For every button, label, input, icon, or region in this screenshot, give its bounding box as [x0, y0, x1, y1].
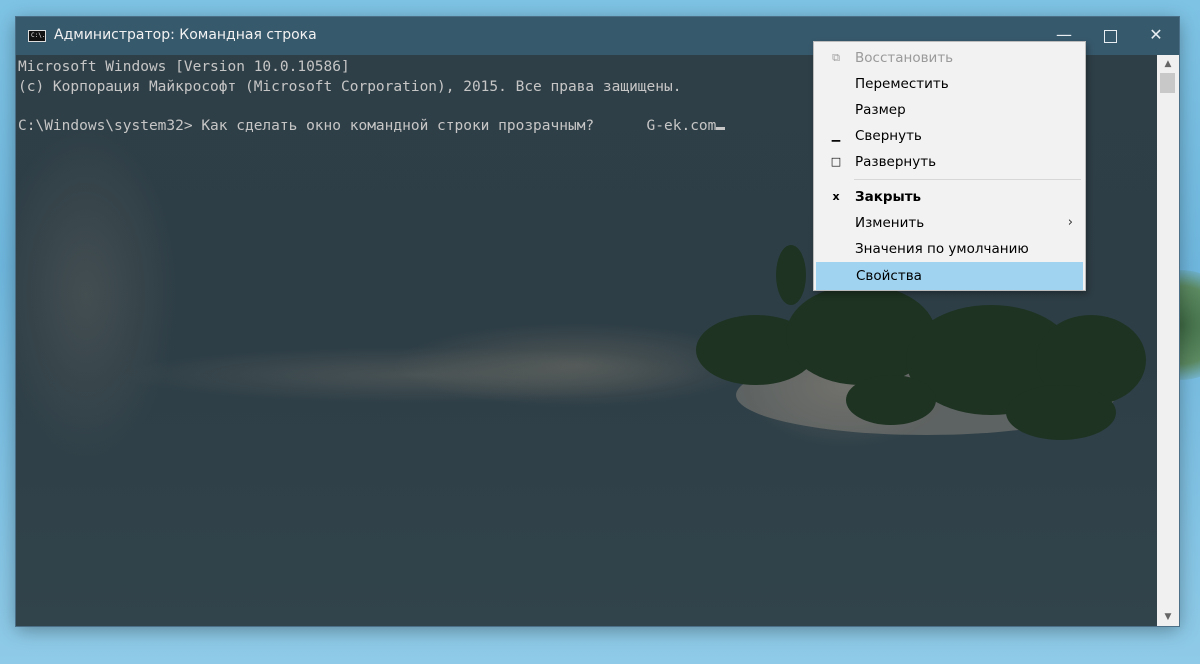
menu-item-maximize[interactable]: □ Развернуть [816, 149, 1083, 175]
console-output: Microsoft Windows [Version 10.0.10586] (… [18, 58, 726, 136]
close-button[interactable]: ✕ [1133, 17, 1179, 55]
menu-item-edit[interactable]: Изменить › [816, 210, 1083, 236]
system-context-menu: ⧉ Восстановить Переместить Размер ▁ Свер… [813, 41, 1086, 291]
window-title: Администратор: Командная строка [54, 27, 317, 43]
menu-item-restore[interactable]: ⧉ Восстановить [816, 45, 1083, 71]
menu-item-defaults[interactable]: Значения по умолчанию [816, 236, 1083, 262]
menu-item-properties[interactable]: Свойства [816, 262, 1083, 290]
minimize-icon: ▁ [831, 129, 841, 142]
cmd-icon[interactable]: C:\. [28, 30, 46, 42]
text-cursor [716, 126, 726, 130]
scroll-thumb[interactable] [1160, 73, 1175, 93]
scroll-up-arrow-icon[interactable]: ▲ [1157, 55, 1179, 73]
console-line-version: Microsoft Windows [Version 10.0.10586] [18, 59, 350, 75]
chevron-right-icon: › [1067, 215, 1073, 230]
console-prompt-line[interactable]: C:\Windows\system32> Как сделать окно ко… [18, 118, 716, 134]
menu-item-close[interactable]: x Закрыть [816, 184, 1083, 210]
menu-item-size[interactable]: Размер [816, 97, 1083, 123]
scroll-down-arrow-icon[interactable]: ▼ [1157, 608, 1179, 626]
close-icon: ✕ [1149, 25, 1163, 44]
maximize-icon: □ [830, 155, 842, 168]
close-icon: x [832, 190, 840, 203]
menu-item-move[interactable]: Переместить [816, 71, 1083, 97]
restore-icon: ⧉ [832, 51, 840, 64]
maximize-icon [1103, 30, 1117, 43]
console-line-copyright: (c) Корпорация Майкрософт (Microsoft Cor… [18, 78, 682, 95]
vertical-scrollbar[interactable]: ▲ ▼ [1157, 55, 1179, 626]
menu-separator [854, 179, 1081, 180]
menu-item-minimize[interactable]: ▁ Свернуть [816, 123, 1083, 149]
maximize-button[interactable] [1087, 17, 1133, 55]
